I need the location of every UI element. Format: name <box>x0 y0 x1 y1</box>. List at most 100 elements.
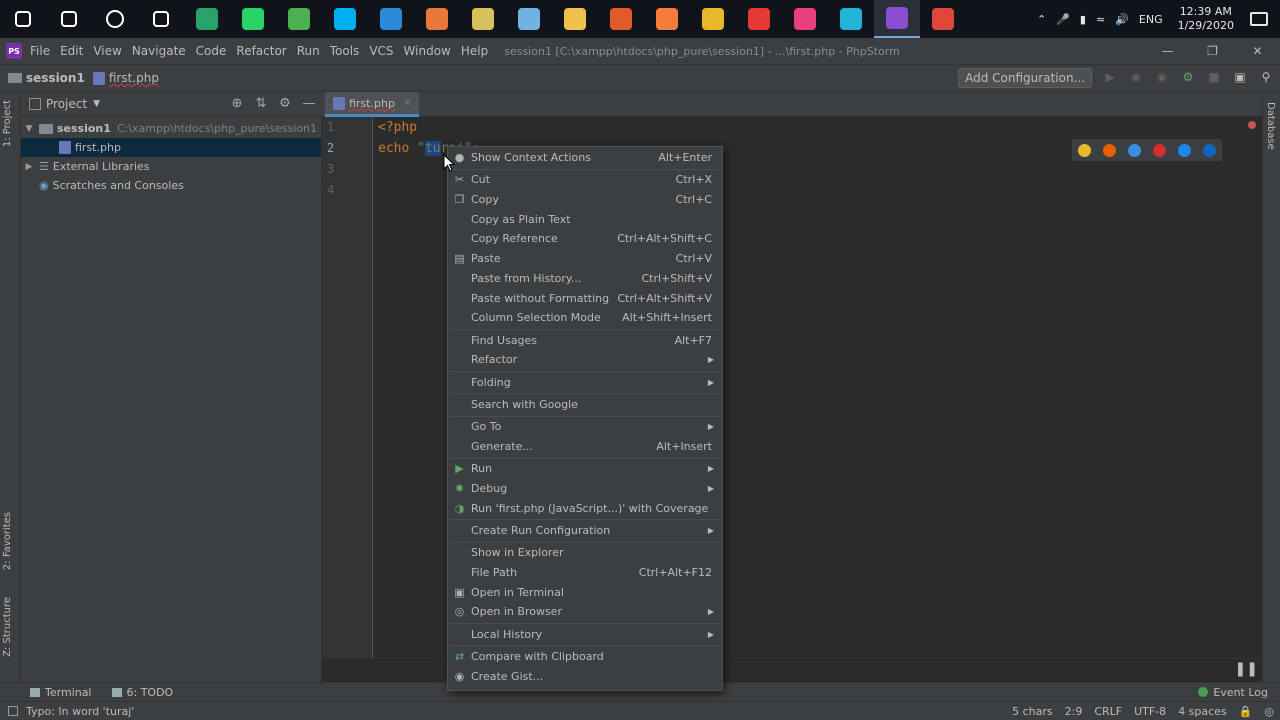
app-red-bolt-icon[interactable] <box>736 0 782 38</box>
chrome-icon[interactable] <box>690 0 736 38</box>
clock[interactable]: 12:39 AM 1/29/2020 <box>1178 5 1234 33</box>
menu-run[interactable]: Run <box>297 44 320 58</box>
locate-icon[interactable]: ⊕ <box>225 96 249 111</box>
menu-navigate[interactable]: Navigate <box>132 44 186 58</box>
chevron-down-icon[interactable]: ▼ <box>93 99 100 109</box>
language-indicator[interactable]: ENG <box>1139 13 1163 26</box>
menu-edit[interactable]: Edit <box>60 44 83 58</box>
menu-vcs[interactable]: VCS <box>369 44 393 58</box>
status-line-separator[interactable]: CRLF <box>1094 705 1122 718</box>
gear-icon[interactable]: ⚙ <box>273 96 297 111</box>
task-view-icon[interactable] <box>138 0 184 38</box>
tree-item-session1[interactable]: ▼ session1 C:\xampp\htdocs\php_pure\sess… <box>21 119 321 138</box>
skype-icon[interactable] <box>322 0 368 38</box>
minimize-icon[interactable]: — <box>1145 44 1190 58</box>
build-icon[interactable]: ⚙ <box>1180 70 1196 86</box>
debug-icon[interactable]: ◉ <box>1128 70 1144 86</box>
menu-refactor[interactable]: Refactor <box>236 44 286 58</box>
whatsapp-icon[interactable] <box>230 0 276 38</box>
hide-icon[interactable]: — <box>297 96 321 111</box>
menu-item-column-selection-mode[interactable]: Column Selection Mode Alt+Shift+Insert <box>448 308 722 327</box>
menu-item-refactor[interactable]: Refactor ▶ <box>448 350 722 369</box>
notification-icon[interactable] <box>1250 12 1268 26</box>
wifi-icon[interactable]: ≈ <box>1096 13 1105 26</box>
status-caret-position[interactable]: 2:9 <box>1065 705 1083 718</box>
app-green-e-icon[interactable] <box>184 0 230 38</box>
menu-item-show-in-explorer[interactable]: Show in Explorer <box>448 543 722 562</box>
close-icon[interactable]: ✕ <box>403 98 411 109</box>
restore-icon[interactable]: ❐ <box>1190 44 1235 58</box>
menu-item-generate[interactable]: Generate... Alt+Insert <box>448 437 722 456</box>
volume-icon[interactable]: 🔊 <box>1115 13 1129 26</box>
menu-file[interactable]: File <box>30 44 50 58</box>
file-explorer-icon[interactable] <box>552 0 598 38</box>
menu-item-open-in-browser[interactable]: ◎ Open in Browser ▶ <box>448 602 722 621</box>
event-log-button[interactable]: Event Log <box>1198 686 1268 699</box>
menu-view[interactable]: View <box>93 44 121 58</box>
menu-item-create-gist[interactable]: ◉ Create Gist... <box>448 667 722 686</box>
firefox-icon[interactable] <box>1103 143 1116 157</box>
menu-item-cut[interactable]: ✂ Cut Ctrl+X <box>448 170 722 189</box>
menu-item-paste[interactable]: ▤ Paste Ctrl+V <box>448 249 722 268</box>
menu-item-paste-without-formatting[interactable]: Paste without Formatting Ctrl+Alt+Shift+V <box>448 289 722 308</box>
tab-favorites[interactable]: 2: Favorites <box>2 512 13 570</box>
menu-item-debug[interactable]: ✹ Debug ▶ <box>448 479 722 498</box>
close-window-icon[interactable]: ✕ <box>1235 44 1280 58</box>
battery-icon[interactable]: ▮ <box>1080 13 1086 26</box>
menu-item-search-with-google[interactable]: Search with Google <box>448 395 722 414</box>
lock-icon[interactable]: 🔒 <box>1239 705 1253 718</box>
todo-tool-button[interactable]: 6: TODO <box>111 686 173 699</box>
chevron-right-icon[interactable]: ▶ <box>23 162 35 172</box>
inspector-icon[interactable]: ◎ <box>1264 705 1274 718</box>
run-icon[interactable]: ▶ <box>1102 70 1118 86</box>
windows-start-icon[interactable] <box>0 0 46 38</box>
menu-item-copy[interactable]: ❐ Copy Ctrl+C <box>448 190 722 209</box>
status-toggle-icon[interactable] <box>8 706 18 716</box>
menu-tools[interactable]: Tools <box>330 44 360 58</box>
xampp-icon[interactable] <box>644 0 690 38</box>
chevron-down-icon[interactable]: ▼ <box>23 124 35 134</box>
menu-item-copy-as-plain-text[interactable]: Copy as Plain Text <box>448 210 722 229</box>
menu-item-find-usages[interactable]: Find Usages Alt+F7 <box>448 331 722 350</box>
cortana-icon[interactable] <box>92 0 138 38</box>
chevron-up-icon[interactable]: ⌃ <box>1037 13 1046 26</box>
terminal-tool-button[interactable]: Terminal <box>30 686 92 699</box>
microphone-icon[interactable]: 🎤 <box>1056 13 1070 26</box>
tab-first-php[interactable]: first.php ✕ <box>325 92 420 117</box>
menu-help[interactable]: Help <box>461 44 488 58</box>
tab-project[interactable]: 1: Project <box>2 100 13 147</box>
status-indent[interactable]: 4 spaces <box>1178 705 1227 718</box>
edge-icon[interactable] <box>1203 143 1216 157</box>
webstorm-icon[interactable] <box>828 0 874 38</box>
stop-icon[interactable]: ■ <box>1206 70 1222 86</box>
safari-icon[interactable] <box>1128 143 1141 157</box>
intellij-icon[interactable] <box>782 0 828 38</box>
menu-code[interactable]: Code <box>196 44 227 58</box>
opera-icon[interactable] <box>1153 143 1166 157</box>
app-multicolor-icon[interactable] <box>598 0 644 38</box>
menu-item-run-first-php-javascript-with-coverage[interactable]: ◑ Run 'first.php (JavaScript...)' with Co… <box>448 499 722 518</box>
menu-item-compare-with-clipboard[interactable]: ⇄ Compare with Clipboard <box>448 647 722 666</box>
menu-item-file-path[interactable]: File Path Ctrl+Alt+F12 <box>448 563 722 582</box>
tab-database[interactable]: Database <box>1265 102 1276 150</box>
menu-item-go-to[interactable]: Go To ▶ <box>448 417 722 436</box>
vscode-icon[interactable] <box>368 0 414 38</box>
app-green-ring-icon[interactable] <box>276 0 322 38</box>
status-encoding[interactable]: UTF-8 <box>1134 705 1166 718</box>
project-panel-title[interactable]: Project <box>46 97 87 111</box>
app-cube-icon[interactable] <box>506 0 552 38</box>
menu-item-folding[interactable]: Folding ▶ <box>448 373 722 392</box>
menu-item-create-run-configuration[interactable]: Create Run Configuration ▶ <box>448 521 722 540</box>
tree-item-external-libraries[interactable]: ▶ ☰ External Libraries <box>21 157 321 176</box>
add-configuration-button[interactable]: Add Configuration... <box>958 68 1092 88</box>
collapse-all-icon[interactable]: ⇅ <box>249 96 273 111</box>
search-everywhere-icon[interactable]: ⚲ <box>1258 70 1274 86</box>
coverage-icon[interactable]: ◉ <box>1154 70 1170 86</box>
breadcrumb-file[interactable]: first.php <box>92 71 159 85</box>
menu-item-paste-from-history[interactable]: Paste from History... Ctrl+Shift+V <box>448 269 722 288</box>
pause-icon[interactable]: ❚❚ <box>1235 661 1258 677</box>
breadcrumb-project[interactable]: session1 <box>8 71 85 85</box>
phpstorm-icon[interactable] <box>874 0 920 38</box>
project-structure-icon[interactable]: ▣ <box>1232 70 1248 86</box>
search-icon[interactable] <box>46 0 92 38</box>
